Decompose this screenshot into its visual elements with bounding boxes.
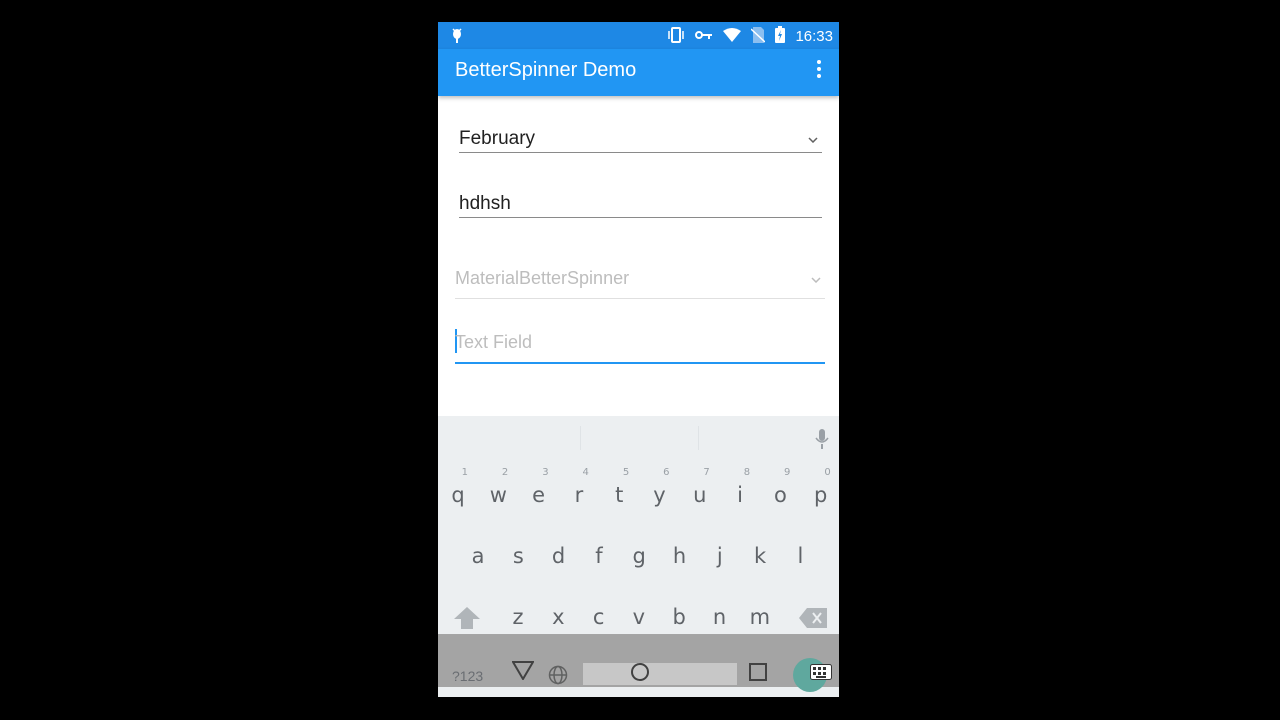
wifi-icon xyxy=(723,27,742,46)
key-label: x xyxy=(552,605,565,629)
key-hint-number: 8 xyxy=(743,467,751,478)
keyboard-icon[interactable] xyxy=(810,664,832,685)
status-bar: 16:33 xyxy=(438,22,839,49)
key-label: u xyxy=(693,483,707,507)
key-label: y xyxy=(653,483,666,507)
key-label: m xyxy=(749,605,771,629)
key-label: q xyxy=(451,483,465,507)
key-label: i xyxy=(737,483,744,507)
key-hint-number: 7 xyxy=(703,467,710,478)
key-hint-number: 1 xyxy=(461,467,468,478)
key-q[interactable]: 1q xyxy=(438,467,478,523)
key-hint-number: 2 xyxy=(501,467,509,478)
key-hint-number: 0 xyxy=(824,467,831,478)
key-hint-number: 5 xyxy=(622,467,630,478)
shift-icon[interactable] xyxy=(454,607,480,634)
text-field-input[interactable]: Text Field xyxy=(455,327,825,367)
text-input[interactable]: hdhsh xyxy=(459,187,822,227)
key-label: r xyxy=(574,483,584,507)
home-icon[interactable] xyxy=(630,662,650,687)
text-input-value: hdhsh xyxy=(459,193,511,214)
month-spinner[interactable]: February xyxy=(459,122,822,162)
key-p[interactable]: 0p xyxy=(801,467,839,523)
back-icon[interactable] xyxy=(511,660,535,685)
key-label: j xyxy=(716,544,723,568)
bug-icon xyxy=(450,27,464,48)
key-t[interactable]: 5t xyxy=(599,467,639,523)
key-label: d xyxy=(551,544,566,568)
key-hint-number: 4 xyxy=(582,467,589,478)
suggestion-divider xyxy=(580,426,581,450)
navigation-bar: ?123 xyxy=(438,634,839,687)
suggestion-divider xyxy=(698,426,699,450)
space-bar[interactable] xyxy=(583,663,737,685)
key-label: l xyxy=(797,544,804,568)
phone-screen: 16:33 BetterSpinner Demo February hdhsh … xyxy=(438,22,839,697)
key-label: f xyxy=(595,544,603,568)
text-input-underline xyxy=(459,217,822,218)
key-label: b xyxy=(672,605,686,629)
key-label: h xyxy=(672,544,687,568)
clock: 16:33 xyxy=(795,28,833,45)
symbols-key[interactable]: ?123 xyxy=(452,668,483,684)
key-h[interactable]: h xyxy=(660,534,700,584)
key-label: w xyxy=(489,483,507,507)
no-sim-icon xyxy=(750,26,766,47)
app-bar: BetterSpinner Demo xyxy=(438,49,839,96)
key-e[interactable]: 3e xyxy=(519,467,559,523)
key-hint-number: 9 xyxy=(784,467,791,478)
key-label: v xyxy=(632,605,646,629)
recents-icon[interactable] xyxy=(749,663,767,686)
month-spinner-value: February xyxy=(459,128,536,149)
overflow-menu-icon[interactable] xyxy=(813,57,825,81)
material-spinner-underline xyxy=(455,298,825,299)
key-g[interactable]: g xyxy=(619,534,659,584)
key-d[interactable]: d xyxy=(539,534,579,584)
key-f[interactable]: f xyxy=(579,534,619,584)
key-icon xyxy=(695,28,713,45)
app-title: BetterSpinner Demo xyxy=(455,59,637,81)
key-label: a xyxy=(471,544,485,568)
key-o[interactable]: 9o xyxy=(760,467,800,523)
key-label: s xyxy=(512,544,524,568)
key-label: n xyxy=(712,605,727,629)
key-hint-number: 6 xyxy=(663,467,670,478)
text-field-hint: Text Field xyxy=(455,332,533,352)
globe-icon[interactable] xyxy=(548,665,568,690)
key-hint-number: 3 xyxy=(542,467,549,478)
key-k[interactable]: k xyxy=(740,534,780,584)
key-l[interactable]: l xyxy=(780,534,820,584)
key-label: o xyxy=(773,483,787,507)
key-s[interactable]: s xyxy=(498,534,538,584)
key-label: g xyxy=(632,544,646,568)
suggestion-strip xyxy=(438,416,839,460)
key-label: t xyxy=(615,483,624,507)
key-label: e xyxy=(532,483,546,507)
key-label: c xyxy=(592,605,605,629)
key-y[interactable]: 6y xyxy=(640,467,680,523)
vibrate-icon xyxy=(667,26,685,47)
material-spinner[interactable]: MaterialBetterSpinner xyxy=(455,262,825,302)
chevron-down-icon xyxy=(811,270,821,288)
key-a[interactable]: a xyxy=(458,534,498,584)
key-u[interactable]: 7u xyxy=(680,467,720,523)
month-spinner-underline xyxy=(459,152,822,153)
key-label: p xyxy=(814,483,828,507)
text-field-underline xyxy=(455,362,825,364)
key-j[interactable]: j xyxy=(700,534,740,584)
key-label: z xyxy=(512,605,524,629)
key-i[interactable]: 8i xyxy=(720,467,760,523)
chevron-down-icon xyxy=(808,130,818,148)
backspace-icon[interactable] xyxy=(799,608,827,633)
key-r[interactable]: 4r xyxy=(559,467,599,523)
material-spinner-hint: MaterialBetterSpinner xyxy=(455,268,630,288)
key-label: k xyxy=(754,544,767,568)
key-w[interactable]: 2w xyxy=(478,467,518,523)
battery-icon xyxy=(775,26,786,47)
mic-icon[interactable] xyxy=(815,429,829,454)
